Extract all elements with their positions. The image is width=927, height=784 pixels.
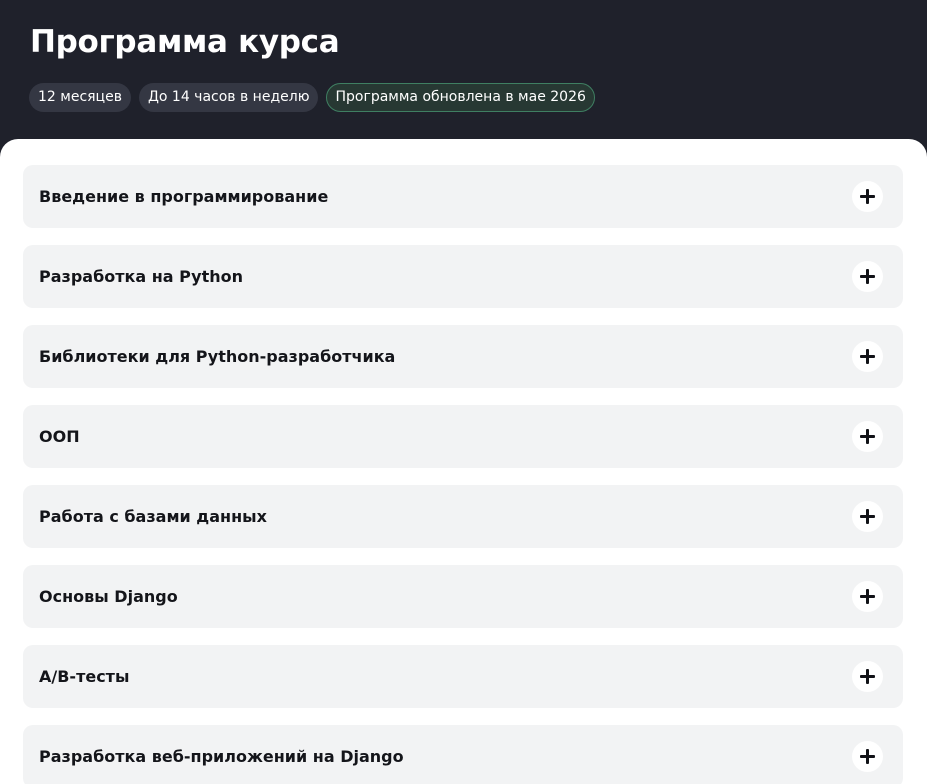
plus-icon[interactable] [852,661,883,692]
plus-icon[interactable] [852,741,883,772]
module-item-django-basics[interactable]: Основы Django [23,565,903,628]
plus-icon[interactable] [852,501,883,532]
plus-icon[interactable] [852,421,883,452]
page-title: Программа курса [30,24,340,60]
module-item-python-development[interactable]: Разработка на Python [23,245,903,308]
plus-icon[interactable] [852,261,883,292]
module-title: Разработка веб-приложений на Django [39,747,404,766]
course-program-page: Программа курса 12 месяцев До 14 часов в… [0,0,927,784]
module-title: A/B-тесты [39,667,130,686]
program-header: Программа курса 12 месяцев До 14 часов в… [0,0,927,160]
course-info-chips: 12 месяцев До 14 часов в неделю Программ… [29,83,595,112]
module-title: Работа с базами данных [39,507,267,526]
program-updated-chip: Программа обновлена в мае 2026 [326,83,595,112]
plus-icon[interactable] [852,341,883,372]
duration-chip: 12 месяцев [29,83,131,112]
module-item-python-libraries[interactable]: Библиотеки для Python-разработчика [23,325,903,388]
plus-icon[interactable] [852,181,883,212]
module-item-oop[interactable]: ООП [23,405,903,468]
module-item-intro-programming[interactable]: Введение в программирование [23,165,903,228]
module-title: ООП [39,427,80,446]
module-title: Основы Django [39,587,178,606]
module-accordion: Введение в программирование Разработка н… [23,165,903,784]
module-item-databases[interactable]: Работа с базами данных [23,485,903,548]
module-item-django-web-apps[interactable]: Разработка веб-приложений на Django [23,725,903,784]
module-title: Разработка на Python [39,267,244,286]
plus-icon[interactable] [852,581,883,612]
weekly-hours-chip: До 14 часов в неделю [138,83,319,112]
module-title: Библиотеки для Python-разработчика [39,347,396,366]
module-item-ab-tests[interactable]: A/B-тесты [23,645,903,708]
module-title: Введение в программирование [39,187,329,206]
program-content-panel: Введение в программирование Разработка н… [0,139,927,784]
